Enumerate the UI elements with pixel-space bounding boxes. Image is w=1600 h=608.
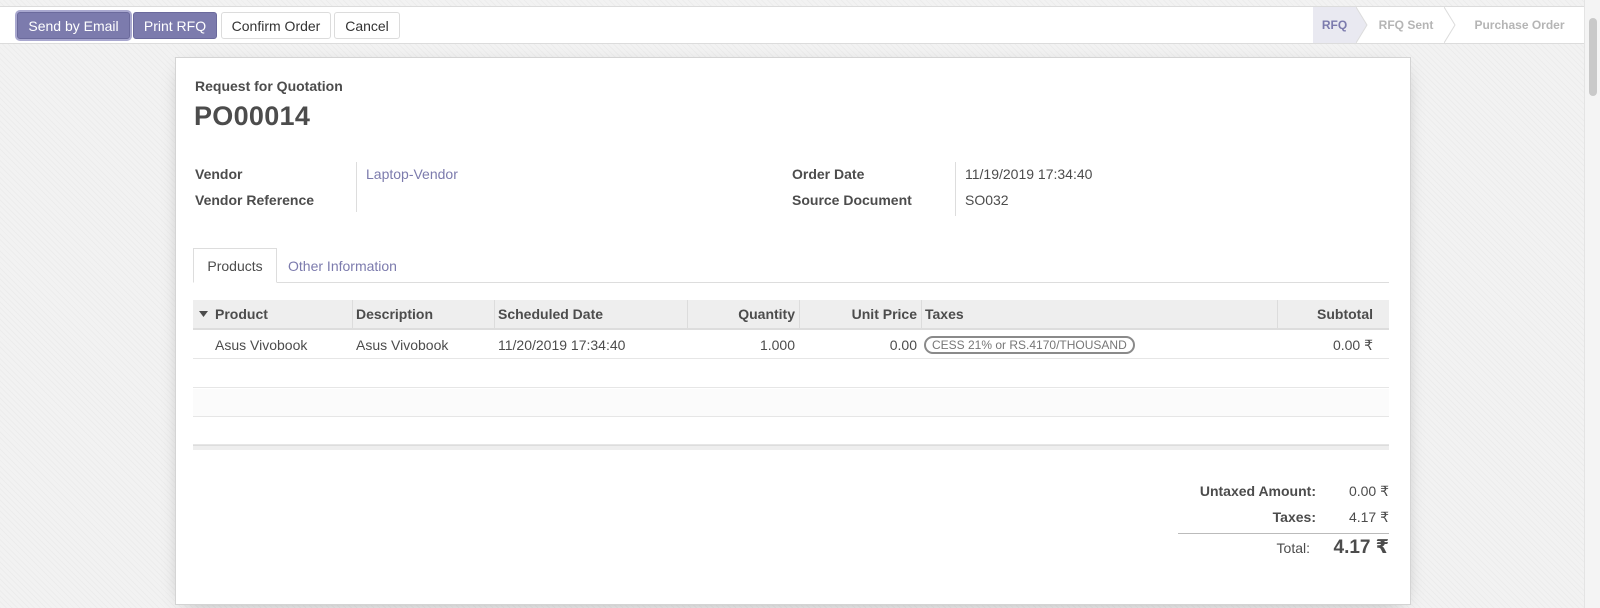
stage-rfq-sent[interactable]: RFQ Sent bbox=[1368, 7, 1444, 43]
untaxed-amount-label: Untaxed Amount: bbox=[1199, 483, 1316, 499]
tab-products[interactable]: Products bbox=[193, 248, 277, 283]
vendor-reference-label: Vendor Reference bbox=[195, 192, 315, 208]
stage-chevron-icon bbox=[1444, 7, 1456, 43]
table-row-empty bbox=[193, 389, 1389, 417]
control-panel: Send by Email Print RFQ Confirm Order Ca… bbox=[0, 6, 1584, 44]
untaxed-amount-value: 0.00 ₹ bbox=[1348, 483, 1389, 499]
cell-unit-price: 0.00 bbox=[889, 337, 917, 353]
cell-scheduled-date: 11/20/2019 17:34:40 bbox=[498, 337, 626, 353]
column-header-subtotal[interactable]: Subtotal bbox=[1277, 300, 1387, 328]
send-by-email-button[interactable]: Send by Email bbox=[17, 12, 130, 39]
field-divider bbox=[955, 162, 956, 216]
form-sheet: Request for Quotation PO00014 Vendor Lap… bbox=[175, 57, 1411, 605]
tab-divider bbox=[193, 282, 1389, 283]
order-date-label: Order Date bbox=[792, 166, 865, 182]
stage-rfq[interactable]: RFQ bbox=[1313, 7, 1356, 43]
cell-subtotal: 0.00 ₹ bbox=[1332, 337, 1373, 353]
totals-divider bbox=[1178, 533, 1389, 534]
cancel-button[interactable]: Cancel bbox=[334, 12, 400, 39]
order-date-field[interactable]: 11/19/2019 17:34:40 bbox=[965, 166, 1092, 182]
vendor-label: Vendor bbox=[195, 166, 243, 182]
table-row-empty bbox=[193, 360, 1389, 388]
total-label: Total: bbox=[1276, 540, 1310, 556]
vendor-field[interactable]: Laptop-Vendor bbox=[366, 166, 458, 182]
tax-tag: CESS 21% or RS.4170/THOUSAND bbox=[924, 336, 1135, 354]
scrollbar-thumb[interactable] bbox=[1589, 18, 1597, 96]
source-document-field[interactable]: SO032 bbox=[965, 192, 1009, 208]
field-divider bbox=[356, 162, 357, 212]
stage-chevron-icon bbox=[1356, 7, 1368, 43]
column-header-scheduled-date[interactable]: Scheduled Date bbox=[494, 300, 607, 328]
confirm-order-button[interactable]: Confirm Order bbox=[221, 12, 331, 39]
source-document-label: Source Document bbox=[792, 192, 912, 208]
column-header-unit-price[interactable]: Unit Price bbox=[799, 300, 921, 328]
caret-down-icon[interactable] bbox=[199, 311, 208, 317]
column-header-description[interactable]: Description bbox=[352, 300, 437, 328]
table-row[interactable]: Asus Vivobook Asus Vivobook 11/20/2019 1… bbox=[193, 331, 1389, 359]
document-number: PO00014 bbox=[194, 101, 311, 131]
tab-other-information[interactable]: Other Information bbox=[280, 248, 405, 283]
total-value: 4.17 ₹ bbox=[1333, 537, 1389, 558]
cell-quantity: 1.000 bbox=[759, 337, 795, 353]
vertical-scrollbar[interactable] bbox=[1584, 0, 1600, 608]
document-type-label: Request for Quotation bbox=[195, 78, 343, 94]
taxes-label: Taxes: bbox=[1272, 509, 1316, 525]
stage-purchase-order[interactable]: Purchase Order bbox=[1456, 7, 1583, 43]
order-lines-header: Product Description Scheduled Date Quant… bbox=[193, 300, 1389, 330]
cell-product: Asus Vivobook bbox=[215, 337, 308, 353]
cell-description: Asus Vivobook bbox=[356, 337, 449, 353]
column-header-taxes[interactable]: Taxes bbox=[921, 300, 968, 328]
column-header-quantity[interactable]: Quantity bbox=[687, 300, 799, 328]
column-header-product[interactable]: Product bbox=[211, 300, 272, 328]
table-row-empty bbox=[193, 417, 1389, 445]
print-rfq-button[interactable]: Print RFQ bbox=[133, 12, 217, 39]
order-lines-footer bbox=[193, 445, 1389, 450]
taxes-value: 4.17 ₹ bbox=[1348, 509, 1389, 525]
